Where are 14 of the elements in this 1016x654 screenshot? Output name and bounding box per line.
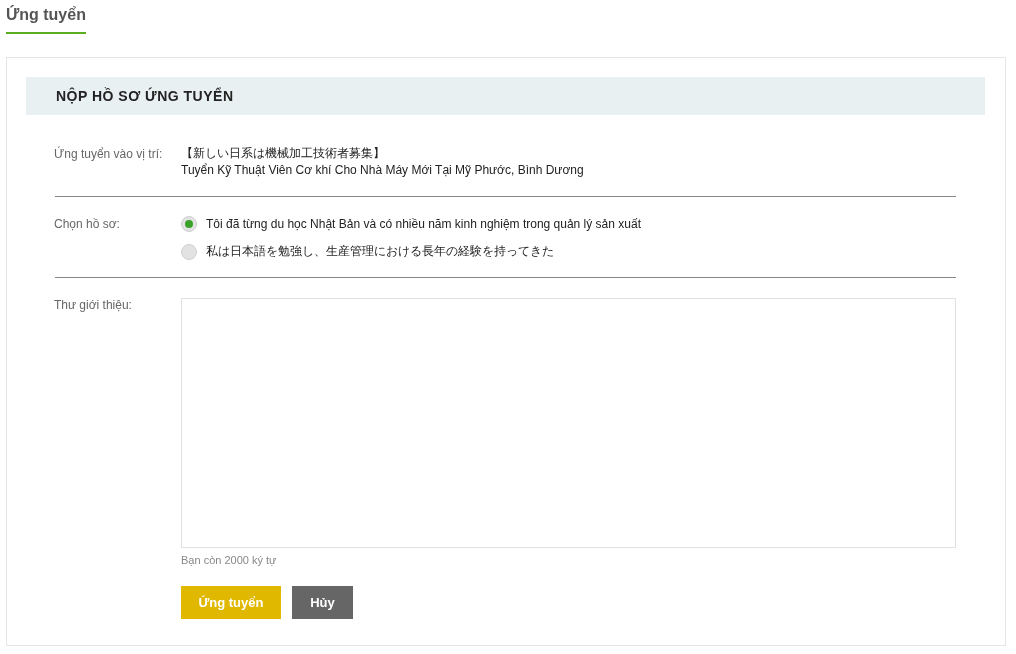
cover-letter-field[interactable]	[181, 298, 956, 548]
field-label: Ứng tuyển vào vị trí:	[54, 145, 164, 163]
job-title: Tuyển Kỹ Thuật Viên Cơ khí Cho Nhà Máy Mới Tại Mỹ Phước, Bình Dương	[181, 162, 585, 179]
section-title: NỘP HỒ SƠ ỨNG TUYỂN	[56, 88, 234, 104]
option-label[interactable]: 私は日本語を勉強し、生産管理における長年の経験を持ってきた	[206, 243, 554, 260]
radio-button[interactable]	[181, 216, 197, 232]
character-counter: Bạn còn 2000 ký tự	[181, 554, 278, 566]
field-label: Chọn hồ sơ:	[54, 216, 121, 233]
cancel-button[interactable]: Hủy	[292, 586, 353, 619]
radio-button[interactable]	[181, 243, 197, 260]
page-tab[interactable]: Ứng tuyển	[6, 0, 86, 34]
job-title: 【新しい日系は機械加工技術者募集】	[181, 145, 386, 162]
option-label[interactable]: Tôi đã từng du học Nhật Bản và có nhiều năm kinh nghiệm trong quản lý sản xuất	[206, 217, 641, 231]
field-label: Thư giới thiệu:	[54, 298, 133, 314]
